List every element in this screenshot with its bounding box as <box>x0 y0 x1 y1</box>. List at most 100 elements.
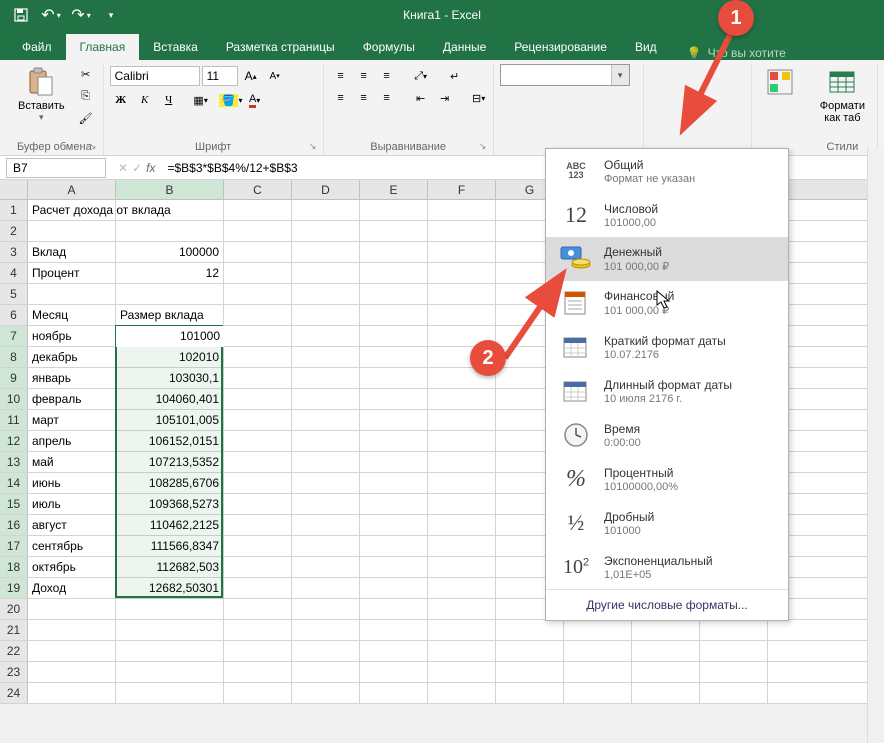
align-top-button[interactable]: ≡ <box>330 66 352 86</box>
cell-B13[interactable]: 107213,5352 <box>116 452 224 472</box>
col-header-E[interactable]: E <box>360 180 428 199</box>
cell-A20[interactable] <box>28 599 116 619</box>
cell-I22[interactable] <box>632 641 700 661</box>
cell-D24[interactable] <box>292 683 360 703</box>
cell-C19[interactable] <box>224 578 292 598</box>
cell-E23[interactable] <box>360 662 428 682</box>
cell-B2[interactable] <box>116 221 224 241</box>
cell-F10[interactable] <box>428 389 496 409</box>
format-item-shortdate[interactable]: Краткий формат даты10.07.2176 <box>546 325 788 369</box>
italic-button[interactable]: К <box>134 90 156 110</box>
row-header-6[interactable]: 6 <box>0 305 28 325</box>
cell-H21[interactable] <box>564 620 632 640</box>
cell-A8[interactable]: декабрь <box>28 347 116 367</box>
col-header-D[interactable]: D <box>292 180 360 199</box>
row-header-16[interactable]: 16 <box>0 515 28 535</box>
cell-B9[interactable]: 103030,1 <box>116 368 224 388</box>
format-item-fraction[interactable]: ½Дробный101000 <box>546 501 788 545</box>
increase-indent-button[interactable]: ⇥ <box>434 88 456 108</box>
align-launcher[interactable]: ↘ <box>477 141 489 153</box>
cell-C9[interactable] <box>224 368 292 388</box>
row-header-4[interactable]: 4 <box>0 263 28 283</box>
cell-D21[interactable] <box>292 620 360 640</box>
cell-C17[interactable] <box>224 536 292 556</box>
cell-B7[interactable]: 101000 <box>116 326 224 346</box>
cell-B18[interactable]: 112682,503 <box>116 557 224 577</box>
cell-F18[interactable] <box>428 557 496 577</box>
increase-font-button[interactable]: A▴ <box>240 66 262 86</box>
name-box[interactable] <box>6 158 106 178</box>
cell-F5[interactable] <box>428 284 496 304</box>
paste-button[interactable]: Вставить ▾ <box>12 64 71 125</box>
clipboard-launcher[interactable]: ↘ <box>87 141 99 153</box>
merge-button[interactable]: ⊟▾ <box>468 88 490 108</box>
cell-F21[interactable] <box>428 620 496 640</box>
cell-B15[interactable]: 109368,5273 <box>116 494 224 514</box>
format-item-time[interactable]: Время0:00:00 <box>546 413 788 457</box>
cell-C16[interactable] <box>224 515 292 535</box>
cell-A17[interactable]: сентябрь <box>28 536 116 556</box>
row-header-14[interactable]: 14 <box>0 473 28 493</box>
cell-B19[interactable]: 12682,50301 <box>116 578 224 598</box>
cell-A5[interactable] <box>28 284 116 304</box>
cell-B24[interactable] <box>116 683 224 703</box>
row-header-19[interactable]: 19 <box>0 578 28 598</box>
cell-A1[interactable]: Расчет дохода от вклада <box>28 200 116 220</box>
cell-D11[interactable] <box>292 410 360 430</box>
cut-button[interactable]: ✂ <box>75 64 97 84</box>
cell-E21[interactable] <box>360 620 428 640</box>
number-format-dropdown-arrow[interactable]: ▾ <box>611 65 629 85</box>
cell-C14[interactable] <box>224 473 292 493</box>
font-name-select[interactable] <box>110 66 200 86</box>
cell-B4[interactable]: 12 <box>116 263 224 283</box>
cell-A7[interactable]: ноябрь <box>28 326 116 346</box>
cell-F20[interactable] <box>428 599 496 619</box>
tab-рецензирование[interactable]: Рецензирование <box>500 34 621 60</box>
font-size-select[interactable] <box>202 66 238 86</box>
row-header-11[interactable]: 11 <box>0 410 28 430</box>
cell-F22[interactable] <box>428 641 496 661</box>
cell-A3[interactable]: Вклад <box>28 242 116 262</box>
cell-A22[interactable] <box>28 641 116 661</box>
cell-B6[interactable]: Размер вклада <box>116 305 224 325</box>
cell-D3[interactable] <box>292 242 360 262</box>
cell-B22[interactable] <box>116 641 224 661</box>
cell-J23[interactable] <box>700 662 768 682</box>
cell-E7[interactable] <box>360 326 428 346</box>
cell-B17[interactable]: 111566,8347 <box>116 536 224 556</box>
col-header-A[interactable]: A <box>28 180 116 199</box>
tab-вставка[interactable]: Вставка <box>139 34 212 60</box>
cell-A11[interactable]: март <box>28 410 116 430</box>
cell-A9[interactable]: январь <box>28 368 116 388</box>
format-item-general[interactable]: ABC123ОбщийФормат не указан <box>546 149 788 193</box>
cell-B14[interactable]: 108285,6706 <box>116 473 224 493</box>
format-item-currency[interactable]: Денежный101 000,00 ₽ <box>546 237 788 281</box>
row-header-5[interactable]: 5 <box>0 284 28 304</box>
cell-B3[interactable]: 100000 <box>116 242 224 262</box>
row-header-7[interactable]: 7 <box>0 326 28 346</box>
cell-A13[interactable]: май <box>28 452 116 472</box>
cell-F3[interactable] <box>428 242 496 262</box>
cell-F1[interactable] <box>428 200 496 220</box>
cell-C7[interactable] <box>224 326 292 346</box>
cell-E10[interactable] <box>360 389 428 409</box>
cell-C5[interactable] <box>224 284 292 304</box>
cell-C12[interactable] <box>224 431 292 451</box>
undo-button[interactable]: ↶▾ <box>38 3 64 27</box>
font-launcher[interactable]: ↘ <box>307 141 319 153</box>
format-item-longdate[interactable]: Длинный формат даты10 июля 2176 г. <box>546 369 788 413</box>
cell-C15[interactable] <box>224 494 292 514</box>
conditional-formatting-button[interactable] <box>758 64 802 100</box>
cell-F13[interactable] <box>428 452 496 472</box>
cell-D2[interactable] <box>292 221 360 241</box>
cell-D20[interactable] <box>292 599 360 619</box>
cell-E17[interactable] <box>360 536 428 556</box>
cell-E13[interactable] <box>360 452 428 472</box>
cell-J24[interactable] <box>700 683 768 703</box>
cell-F14[interactable] <box>428 473 496 493</box>
cell-E5[interactable] <box>360 284 428 304</box>
cell-C1[interactable] <box>224 200 292 220</box>
cell-E11[interactable] <box>360 410 428 430</box>
col-header-B[interactable]: B <box>116 180 224 199</box>
cell-D9[interactable] <box>292 368 360 388</box>
